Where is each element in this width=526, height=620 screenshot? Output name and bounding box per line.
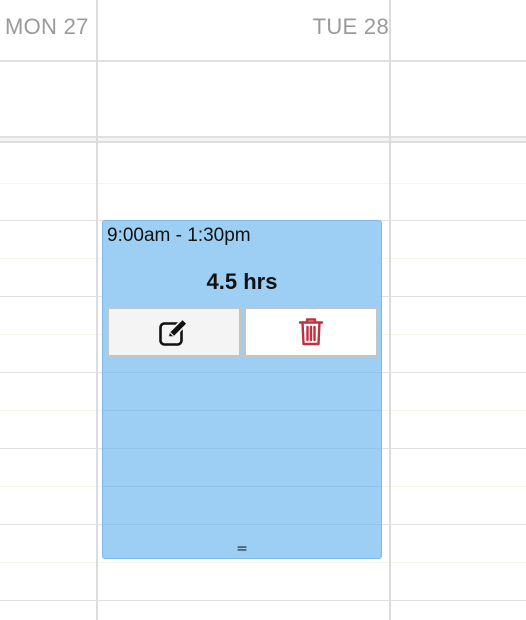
all-day-divider — [0, 136, 526, 143]
half-hour-line — [0, 183, 526, 184]
hour-line — [0, 600, 526, 601]
day-header-mon[interactable]: MON 27 — [5, 14, 89, 40]
column-divider — [96, 0, 98, 620]
event-duration: 4.5 hrs — [206, 269, 278, 294]
event-slot-line — [103, 486, 381, 487]
calendar-event[interactable]: 9:00am - 1:30pm 4.5 hrs = — [102, 220, 382, 559]
pencil-square-icon — [158, 317, 190, 347]
header-divider — [0, 60, 526, 62]
column-divider — [389, 0, 391, 620]
event-slot-line — [103, 410, 381, 411]
day-header-tue[interactable]: TUE 28 — [313, 14, 389, 40]
week-calendar: MON 27 TUE 28 9:00am - 1:30pm 4.5 hrs = — [0, 0, 526, 620]
event-resize-handle[interactable]: = — [103, 542, 381, 556]
edit-event-button[interactable] — [107, 307, 241, 357]
half-hour-line — [0, 562, 526, 563]
event-time-range: 9:00am - 1:30pm — [107, 225, 251, 246]
event-slot-line — [103, 372, 381, 373]
trash-icon — [298, 317, 324, 347]
event-slot-line — [103, 448, 381, 449]
event-slot-line — [103, 524, 381, 525]
delete-event-button[interactable] — [244, 307, 378, 357]
